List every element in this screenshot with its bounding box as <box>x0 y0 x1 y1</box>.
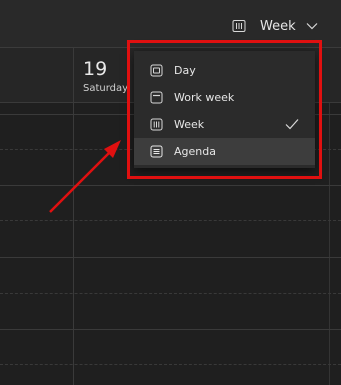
day-view-icon <box>150 64 163 77</box>
menu-item-agenda[interactable]: Agenda <box>134 138 315 165</box>
menu-item-label: Work week <box>174 91 235 104</box>
half-hour-line <box>0 364 341 365</box>
hour-line <box>0 329 341 330</box>
view-menu: Day Work week Week Agenda <box>134 51 315 168</box>
week-view-icon <box>150 118 163 131</box>
week-grid-icon <box>232 20 246 32</box>
day-name: Saturday <box>83 83 129 94</box>
menu-item-work-week[interactable]: Work week <box>134 84 315 111</box>
menu-item-label: Agenda <box>174 145 216 158</box>
menu-item-day[interactable]: Day <box>134 57 315 84</box>
work-week-view-icon <box>150 91 163 104</box>
hour-line <box>0 257 341 258</box>
hour-line <box>0 185 341 186</box>
checkmark-icon <box>285 119 299 130</box>
half-hour-line <box>0 293 341 294</box>
view-switcher-button[interactable]: Week <box>226 14 318 38</box>
menu-item-label: Day <box>174 64 196 77</box>
half-hour-line <box>0 220 341 221</box>
menu-item-label: Week <box>174 118 205 131</box>
chevron-down-icon <box>306 23 318 30</box>
day-column-divider <box>329 103 330 385</box>
view-switcher-label: Week <box>260 18 296 34</box>
calendar-app: Week 19 Saturday Day Work week Week Agen… <box>0 0 341 385</box>
day-number[interactable]: 19 <box>83 58 107 80</box>
column-divider <box>73 48 74 102</box>
menu-item-week[interactable]: Week <box>134 111 315 138</box>
top-toolbar: Week <box>0 0 341 48</box>
agenda-view-icon <box>150 145 163 158</box>
time-column-divider <box>73 103 74 385</box>
